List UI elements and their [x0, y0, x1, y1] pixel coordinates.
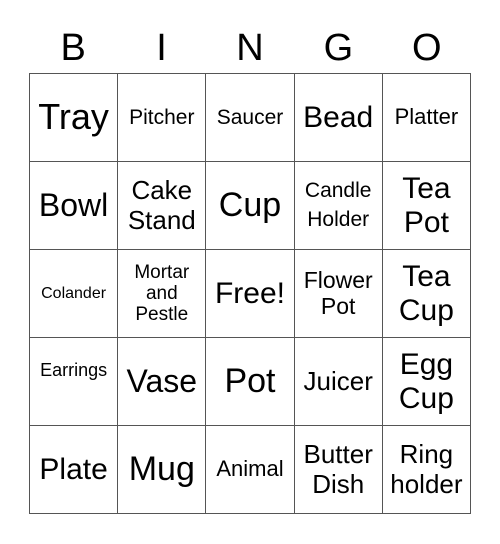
bingo-cell[interactable]: Platter	[382, 74, 471, 162]
bingo-cell[interactable]: Pot	[206, 338, 295, 426]
free-space[interactable]: Free!	[206, 250, 295, 338]
header-letter-o: O	[411, 27, 442, 69]
bingo-cell[interactable]: Pitcher	[118, 74, 207, 162]
bingo-cell[interactable]: Butter Dish	[294, 426, 383, 514]
bingo-cell[interactable]: Colander	[30, 250, 119, 338]
bingo-cell[interactable]: Mug	[118, 426, 207, 514]
bingo-cell[interactable]: Juicer	[294, 338, 383, 426]
bingo-cell[interactable]: Tray	[30, 74, 119, 162]
bingo-cell[interactable]: Vase	[118, 338, 207, 426]
bingo-cell[interactable]: Egg Cup	[382, 338, 471, 426]
bingo-cell[interactable]: Earrings	[30, 338, 119, 426]
bingo-cell[interactable]: Ring holder	[382, 426, 471, 514]
bingo-cell[interactable]: Tea Cup	[382, 250, 471, 338]
bingo-cell[interactable]: Saucer	[206, 74, 295, 162]
header-letter-b: B	[60, 27, 86, 69]
bingo-cell[interactable]: Tea Pot	[382, 162, 471, 250]
header-letter-n: N	[236, 27, 264, 69]
bingo-cell[interactable]: Bowl	[30, 162, 119, 250]
bingo-cell[interactable]: Animal	[206, 426, 295, 514]
bingo-cell[interactable]: Mortar and Pestle	[118, 250, 207, 338]
bingo-cell[interactable]: Bead	[294, 74, 383, 162]
header-letter-i: I	[156, 27, 167, 69]
bingo-grid: Tray Pitcher Saucer Bead Platter Bowl Ca…	[29, 73, 471, 514]
bingo-header: B I N G O	[29, 26, 471, 70]
bingo-cell[interactable]: Flower Pot	[294, 250, 383, 338]
bingo-cell[interactable]: Cake Stand	[118, 162, 207, 250]
bingo-cell[interactable]: Plate	[30, 426, 119, 514]
bingo-cell[interactable]: Cup	[206, 162, 295, 250]
header-letter-g: G	[323, 27, 354, 69]
bingo-cell[interactable]: Candle Holder	[294, 162, 383, 250]
